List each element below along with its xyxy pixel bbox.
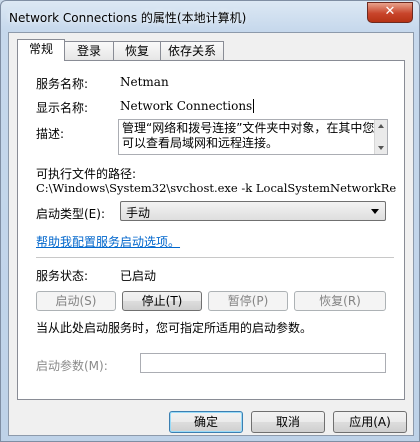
description-scrollbar[interactable] (374, 120, 387, 154)
start-params-input[interactable] (140, 353, 386, 373)
description-text: 管理“网络和拨号连接”文件夹中对象，在其中您可以查看局域网和远程连接。 (122, 121, 375, 150)
startup-type-select[interactable]: 手动 (120, 201, 386, 221)
chevron-down-icon (371, 209, 379, 214)
startup-type-label: 启动类型(E): (36, 207, 105, 221)
help-configure-link[interactable]: 帮助我配置服务启动选项。 (36, 233, 180, 250)
startup-type-value: 手动 (126, 206, 151, 220)
scroll-up-icon[interactable] (378, 124, 384, 128)
tab-logon[interactable]: 登录 (64, 41, 114, 60)
tab-recovery[interactable]: 恢复 (113, 41, 161, 60)
close-icon: ✕ (384, 4, 396, 19)
display-name-label: 显示名称: (36, 101, 89, 115)
description-textbox[interactable]: 管理“网络和拨号连接”文件夹中对象，在其中您可以查看局域网和远程连接。 (118, 119, 388, 155)
divider (36, 257, 394, 259)
service-name-label: 服务名称: (36, 77, 89, 91)
general-tab-panel: 服务名称: Netman 显示名称: Network Connections 描… (17, 60, 405, 400)
service-name-value: Netman (120, 75, 169, 89)
exe-path-value: C:\Windows\System32\svchost.exe -k Local… (36, 181, 396, 195)
scroll-down-icon[interactable] (378, 146, 384, 150)
service-status-value: 已启动 (120, 269, 157, 283)
properties-window: Network Connections 的属性(本地计算机) ✕ 常规 登录 恢… (0, 0, 420, 442)
start-button[interactable]: 启动(S) (36, 291, 116, 311)
apply-button[interactable]: 应用(A) (333, 411, 407, 433)
service-status-label: 服务状态: (36, 269, 89, 283)
start-params-label: 启动参数(M): (36, 359, 108, 373)
window-title: Network Connections 的属性(本地计算机) (9, 11, 247, 25)
pause-button[interactable]: 暂停(P) (208, 291, 288, 311)
ok-button[interactable]: 确定 (169, 411, 243, 433)
start-params-hint: 当从此处启动服务时，您可指定所适用的启动参数。 (36, 321, 313, 335)
tab-general[interactable]: 常规 (17, 39, 65, 61)
cancel-button[interactable]: 取消 (251, 411, 325, 433)
stop-button[interactable]: 停止(T) (122, 291, 202, 311)
resume-button[interactable]: 恢复(R) (294, 291, 386, 311)
display-name-field[interactable]: Network Connections (120, 99, 255, 113)
dialog-client-area: 常规 登录 恢复 依存关系 服务名称: Netman 显示名称: Network… (8, 32, 414, 436)
exe-path-label: 可执行文件的路径: (36, 167, 137, 181)
title-bar[interactable]: Network Connections 的属性(本地计算机) ✕ (1, 1, 419, 31)
tab-dependencies[interactable]: 依存关系 (160, 41, 224, 60)
close-button[interactable]: ✕ (367, 2, 413, 23)
description-label: 描述: (36, 127, 65, 141)
